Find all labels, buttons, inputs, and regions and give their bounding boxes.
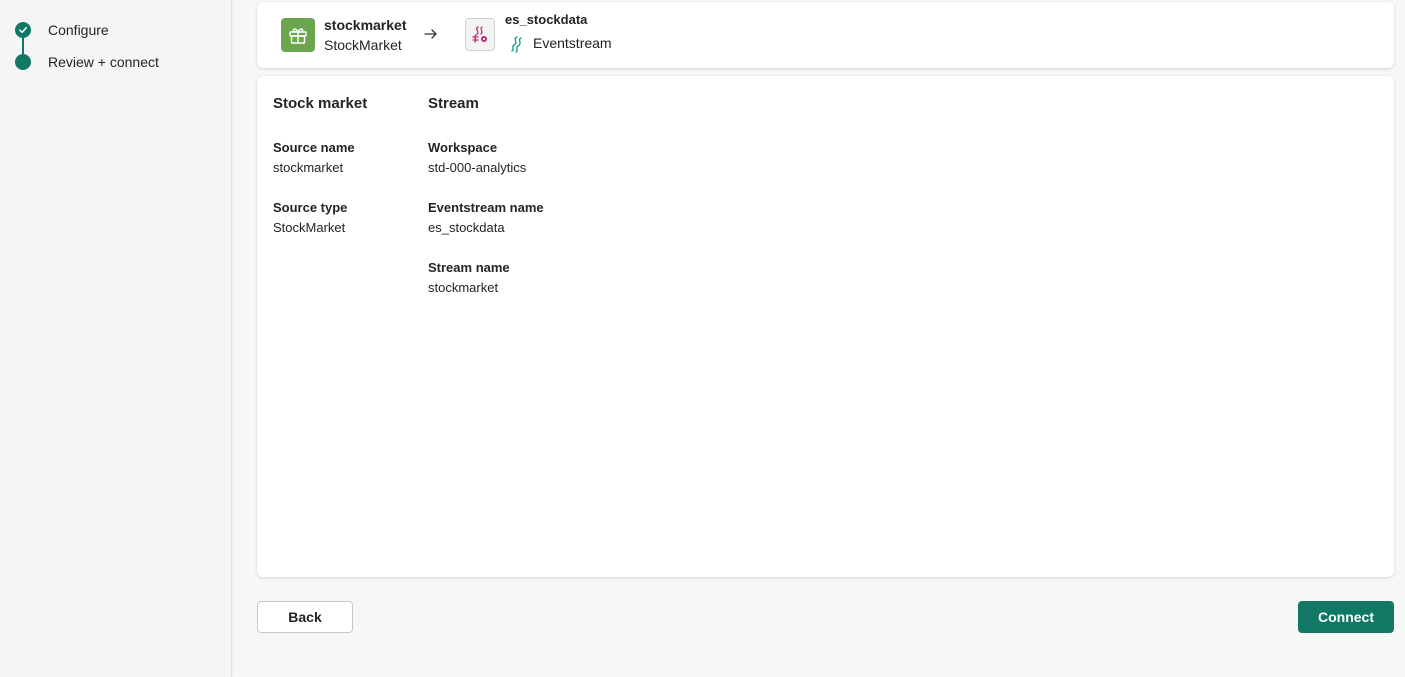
checkmark-icon [15, 22, 31, 38]
back-button[interactable]: Back [257, 601, 353, 633]
source-name-value: stockmarket [273, 160, 344, 175]
eventstream-name-label: Eventstream name [428, 200, 544, 215]
source-type: StockMarket [324, 37, 402, 53]
step-label-review-connect: Review + connect [48, 54, 159, 70]
destination-name: es_stockdata [505, 12, 588, 27]
connection-summary-header: stockmarket StockMarket es_stockdata Eve… [257, 2, 1394, 68]
eventstream-icon [465, 18, 495, 51]
eventstream-name-value: es_stockdata [428, 220, 505, 235]
source-section-title: Stock market [273, 95, 368, 112]
arrow-right-icon [423, 26, 439, 47]
step-configure[interactable]: Configure [15, 22, 109, 38]
step-connector [22, 38, 24, 54]
source-type-value: StockMarket [273, 220, 346, 235]
stream-name-label: Stream name [428, 260, 510, 275]
step-review-connect[interactable]: Review + connect [15, 54, 159, 70]
source-name: stockmarket [324, 17, 407, 33]
step-label-configure: Configure [48, 22, 109, 38]
source-type-label: Source type [273, 200, 348, 215]
stream-section-title: Stream [428, 95, 479, 112]
stream-name-value: stockmarket [428, 280, 499, 295]
connect-button[interactable]: Connect [1298, 601, 1394, 633]
gift-icon [281, 18, 315, 52]
workspace-label: Workspace [428, 140, 498, 155]
review-details-panel: Stock market Source name stockmarket Sou… [257, 76, 1394, 577]
wizard-sidebar: Configure Review + connect [0, 0, 232, 677]
source-name-label: Source name [273, 140, 355, 155]
eventstream-small-icon [507, 35, 525, 58]
destination-type: Eventstream [533, 35, 612, 51]
current-step-dot-icon [15, 54, 31, 70]
workspace-value: std-000-analytics [428, 160, 527, 175]
